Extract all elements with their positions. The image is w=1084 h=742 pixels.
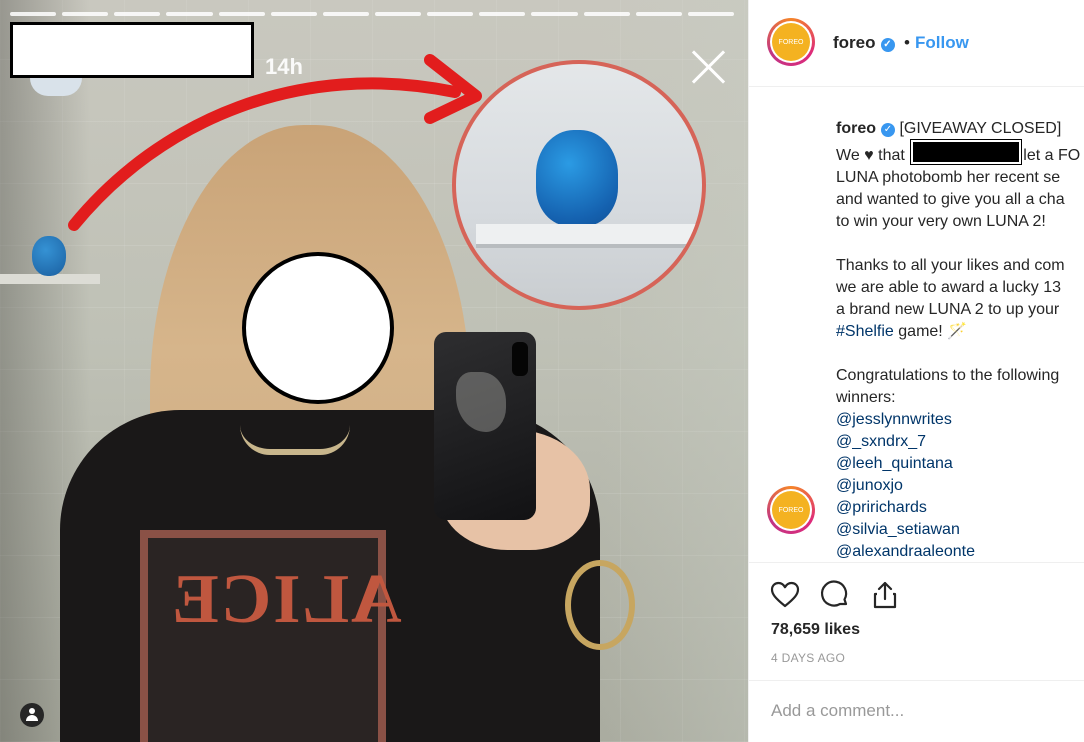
comment-form <box>749 680 1084 742</box>
avatar[interactable]: FOREO <box>767 18 815 66</box>
zoom-inset <box>452 60 706 310</box>
comment-icon[interactable] <box>819 579 851 611</box>
heart-emoji-icon: ♥ <box>864 147 874 164</box>
comments-section[interactable]: foreo ✓ [GIVEAWAY CLOSED] We ♥ that let a… <box>749 88 1084 562</box>
hashtag-link[interactable]: #Shelfie <box>836 323 894 340</box>
post-timestamp: 4 DAYS AGO <box>771 651 846 665</box>
post-caption: foreo ✓ [GIVEAWAY CLOSED] We ♥ that let a… <box>836 118 1084 562</box>
winner-mention-link[interactable]: @alexandraaleonte <box>836 541 1084 562</box>
winner-mention-link[interactable]: @silvia_setiawan <box>836 519 1084 541</box>
follow-button[interactable]: Follow <box>915 33 969 53</box>
winner-mention-link[interactable]: @junoxjo <box>836 475 1084 497</box>
winner-mention-link[interactable]: @jesslynnwrites <box>836 409 1084 431</box>
verified-badge-icon: ✓ <box>881 123 895 137</box>
comment-input[interactable] <box>769 695 1063 727</box>
user-tag-icon[interactable] <box>20 703 44 727</box>
likes-count[interactable]: 78,659 likes <box>771 621 860 639</box>
winner-mention-link[interactable]: @leeh_quintana <box>836 453 1084 475</box>
caption-avatar[interactable]: FOREO <box>767 486 815 534</box>
post-actions: 78,659 likes 4 DAYS AGO <box>749 562 1084 680</box>
caption-username[interactable]: foreo <box>836 120 876 137</box>
luna-device-zoomed <box>536 130 618 226</box>
mention-redaction <box>910 139 1023 165</box>
username-redaction <box>10 22 254 78</box>
post-header: FOREO foreo ✓ • Follow <box>749 0 1084 87</box>
story-progress-bar <box>10 12 734 16</box>
post-username[interactable]: foreo ✓ <box>833 33 895 53</box>
winner-mention-link[interactable]: @_sxndrx_7 <box>836 431 1084 453</box>
heart-icon[interactable] <box>769 579 801 611</box>
verified-badge-icon: ✓ <box>880 38 895 52</box>
post-panel: FOREO foreo ✓ • Follow foreo ✓ [GIVEAWAY C… <box>748 0 1084 742</box>
close-icon[interactable] <box>690 48 728 86</box>
story-media: ALICE 14h <box>0 0 748 742</box>
avatar-brand: FOREO <box>772 23 810 61</box>
story-timestamp: 14h <box>265 54 303 79</box>
separator-dot: • <box>904 33 910 52</box>
winner-mention-link[interactable]: @pririchards <box>836 497 1084 519</box>
share-icon[interactable] <box>869 579 901 611</box>
